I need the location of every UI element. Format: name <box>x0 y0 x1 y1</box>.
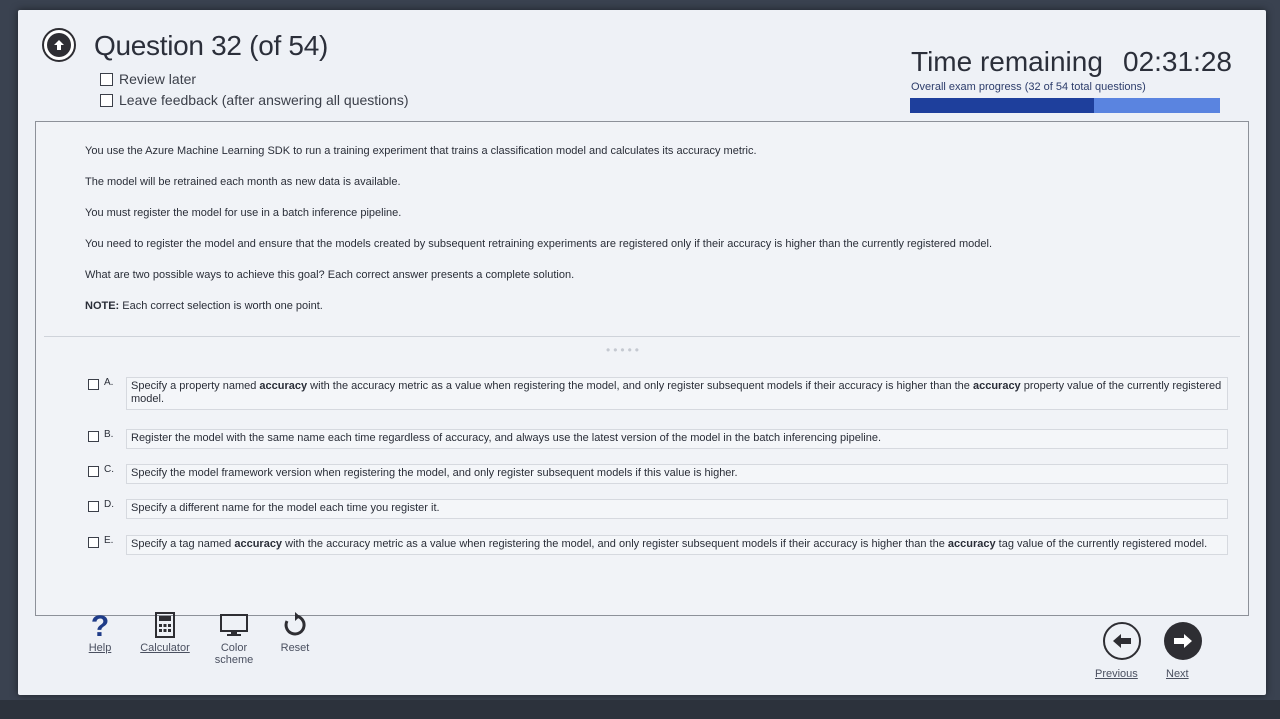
reset-button[interactable]: Reset <box>274 608 316 654</box>
answer-option-e[interactable]: E. Specify a tag named accuracy with the… <box>88 535 1228 555</box>
question-title: Question 32 (of 54) <box>94 30 328 61</box>
note-text: Each correct selection is worth one poin… <box>119 300 323 312</box>
color-scheme-label-line1[interactable]: Color <box>221 642 247 654</box>
exam-progress-bar <box>910 98 1220 113</box>
time-remaining-value: 02:31:28 <box>1123 46 1232 77</box>
leave-feedback-label: Leave feedback (after answering all ques… <box>119 92 409 108</box>
question-note: NOTE: Each correct selection is worth on… <box>85 299 1235 313</box>
question-panel: You use the Azure Machine Learning SDK t… <box>35 121 1249 616</box>
arrow-left-icon[interactable] <box>1111 632 1133 650</box>
checkbox-square-icon[interactable] <box>88 501 99 512</box>
home-icon[interactable] <box>42 28 76 62</box>
question-paragraph: You need to register the model and ensur… <box>85 238 992 250</box>
checkbox-square-icon[interactable] <box>100 93 113 107</box>
help-button[interactable]: ? Help <box>82 608 118 654</box>
option-letter: D. <box>104 499 114 510</box>
option-text[interactable]: Register the model with the same name ea… <box>126 429 1228 449</box>
previous-label[interactable]: Previous <box>1095 668 1138 680</box>
review-later-checkbox[interactable]: Review later <box>100 71 196 87</box>
monitor-icon[interactable] <box>220 608 248 642</box>
answer-option-c[interactable]: C. Specify the model framework version w… <box>88 464 1228 484</box>
question-stem: You use the Azure Machine Learning SDK t… <box>85 144 1235 330</box>
note-label: NOTE: <box>85 300 120 312</box>
question-paragraph: The model will be retrained each month a… <box>85 176 401 188</box>
calculator-button[interactable]: Calculator <box>132 608 198 654</box>
option-text[interactable]: Specify the model framework version when… <box>126 464 1228 484</box>
next-button[interactable] <box>1164 622 1202 660</box>
svg-text:?: ? <box>91 610 109 640</box>
monitor-bezel <box>0 700 1280 719</box>
time-remaining-label: Time remaining <box>911 46 1103 77</box>
option-text[interactable]: Specify a tag named accuracy with the ac… <box>126 535 1228 555</box>
help-icon[interactable]: ? <box>88 608 112 642</box>
exam-progress-text: Overall exam progress (32 of 54 total qu… <box>911 81 1146 93</box>
answer-option-a[interactable]: A. Specify a property named accuracy wit… <box>88 377 1228 410</box>
option-letter: E. <box>104 535 114 546</box>
stem-divider <box>44 336 1240 337</box>
checkbox-square-icon[interactable] <box>88 537 99 548</box>
question-paragraph: What are two possible ways to achieve th… <box>85 269 575 281</box>
calculator-icon[interactable] <box>155 608 175 642</box>
previous-button[interactable] <box>1103 622 1141 660</box>
option-letter: A. <box>104 377 114 388</box>
next-label[interactable]: Next <box>1166 668 1189 680</box>
answer-option-b[interactable]: B. Register the model with the same name… <box>88 429 1228 449</box>
question-paragraph: You use the Azure Machine Learning SDK t… <box>85 145 757 157</box>
color-scheme-button[interactable]: Color scheme <box>206 608 262 666</box>
calculator-label[interactable]: Calculator <box>140 642 190 654</box>
arrow-right-icon[interactable] <box>1172 632 1194 650</box>
option-letter: B. <box>104 429 114 440</box>
exam-progress-fill <box>910 98 1094 113</box>
leave-feedback-checkbox[interactable]: Leave feedback (after answering all ques… <box>100 92 409 108</box>
option-letter: C. <box>104 464 114 475</box>
answer-option-d[interactable]: D. Specify a different name for the mode… <box>88 499 1228 519</box>
color-scheme-label-line2[interactable]: scheme <box>215 654 254 666</box>
checkbox-square-icon[interactable] <box>88 466 99 477</box>
option-text[interactable]: Specify a different name for the model e… <box>126 499 1228 519</box>
reset-icon[interactable] <box>282 608 308 642</box>
checkbox-square-icon[interactable] <box>100 72 113 86</box>
option-text[interactable]: Specify a property named accuracy with t… <box>126 377 1228 410</box>
resize-grip-icon[interactable]: ••••• <box>606 343 642 357</box>
reset-label[interactable]: Reset <box>281 642 310 654</box>
exam-window: Question 32 (of 54) Review later Leave f… <box>18 10 1266 695</box>
review-later-label: Review later <box>119 71 197 87</box>
checkbox-square-icon[interactable] <box>88 379 99 390</box>
help-label[interactable]: Help <box>89 642 112 654</box>
question-paragraph: You must register the model for use in a… <box>85 207 402 219</box>
checkbox-square-icon[interactable] <box>88 431 99 442</box>
